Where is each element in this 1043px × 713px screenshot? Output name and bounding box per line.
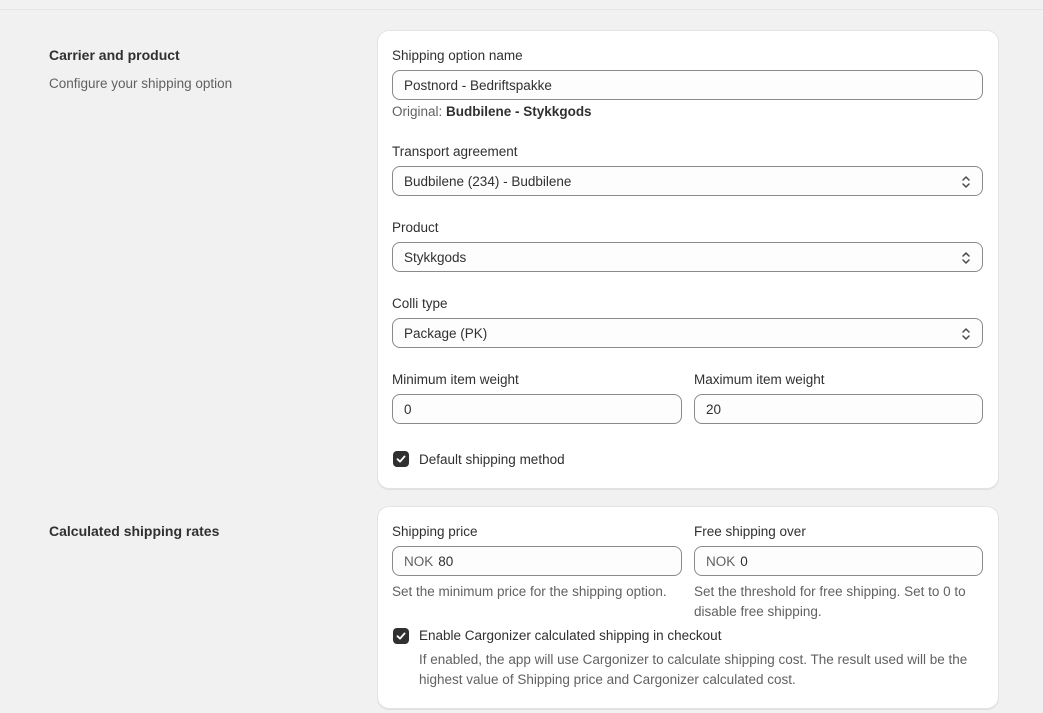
colli-type-value: Package (PK) <box>404 325 488 341</box>
colli-type-label: Colli type <box>392 296 448 311</box>
shipping-price-label: Shipping price <box>392 524 478 539</box>
carrier-section-title: Carrier and product <box>49 47 180 63</box>
cargonizer-checkbox[interactable] <box>393 628 409 644</box>
carrier-card: Shipping option name Postnord - Bedrifts… <box>377 30 999 489</box>
shipping-option-name-label: Shipping option name <box>392 48 523 63</box>
default-shipping-checkbox[interactable] <box>393 451 409 467</box>
product-value: Stykkgods <box>404 249 467 265</box>
max-weight-value: 20 <box>706 401 722 417</box>
checkmark-icon <box>396 455 406 463</box>
default-shipping-label[interactable]: Default shipping method <box>419 452 565 467</box>
chevron-up-down-icon <box>962 252 970 264</box>
transport-agreement-value: Budbilene (234) - Budbilene <box>404 173 572 189</box>
carrier-section-description: Configure your shipping option <box>49 76 233 91</box>
free-shipping-currency: NOK <box>706 553 736 569</box>
shipping-price-currency: NOK <box>404 553 434 569</box>
shipping-option-name-value: Postnord - Bedriftspakke <box>404 77 552 93</box>
transport-agreement-label: Transport agreement <box>392 144 518 159</box>
cargonizer-help-line1: If enabled, the app will use Cargonizer … <box>419 652 968 667</box>
original-prefix: Original: <box>392 104 443 119</box>
min-weight-label: Minimum item weight <box>392 372 519 387</box>
cargonizer-label[interactable]: Enable Cargonizer calculated shipping in… <box>419 628 721 643</box>
free-shipping-help-line2: disable free shipping. <box>694 604 822 619</box>
chevron-up-down-icon <box>962 328 970 340</box>
shipping-price-input[interactable]: NOK 80 <box>392 546 682 576</box>
shipping-price-help: Set the minimum price for the shipping o… <box>392 584 667 599</box>
transport-agreement-select[interactable]: Budbilene (234) - Budbilene <box>392 166 983 196</box>
shipping-option-name-input[interactable]: Postnord - Bedriftspakke <box>392 70 983 100</box>
original-name-helper: Original: Budbilene - Stykkgods <box>392 102 592 122</box>
cargonizer-help-line2: highest value of Shipping price and Carg… <box>419 672 796 687</box>
max-weight-label: Maximum item weight <box>694 372 825 387</box>
free-shipping-value: 0 <box>740 553 748 569</box>
max-weight-input[interactable]: 20 <box>694 394 983 424</box>
rates-section-title: Calculated shipping rates <box>49 523 220 539</box>
min-weight-input[interactable]: 0 <box>392 394 682 424</box>
top-divider <box>0 9 1043 10</box>
rates-card: Shipping price NOK 80 Set the minimum pr… <box>377 506 999 709</box>
shipping-price-value: 80 <box>438 553 454 569</box>
free-shipping-help-line1: Set the threshold for free shipping. Set… <box>694 584 966 599</box>
chevron-up-down-icon <box>962 176 970 188</box>
colli-type-select[interactable]: Package (PK) <box>392 318 983 348</box>
free-shipping-input[interactable]: NOK 0 <box>694 546 983 576</box>
free-shipping-label: Free shipping over <box>694 524 806 539</box>
product-label: Product <box>392 220 439 235</box>
original-value: Budbilene - Stykkgods <box>446 104 592 119</box>
product-select[interactable]: Stykkgods <box>392 242 983 272</box>
checkmark-icon <box>396 632 406 640</box>
min-weight-value: 0 <box>404 401 412 417</box>
